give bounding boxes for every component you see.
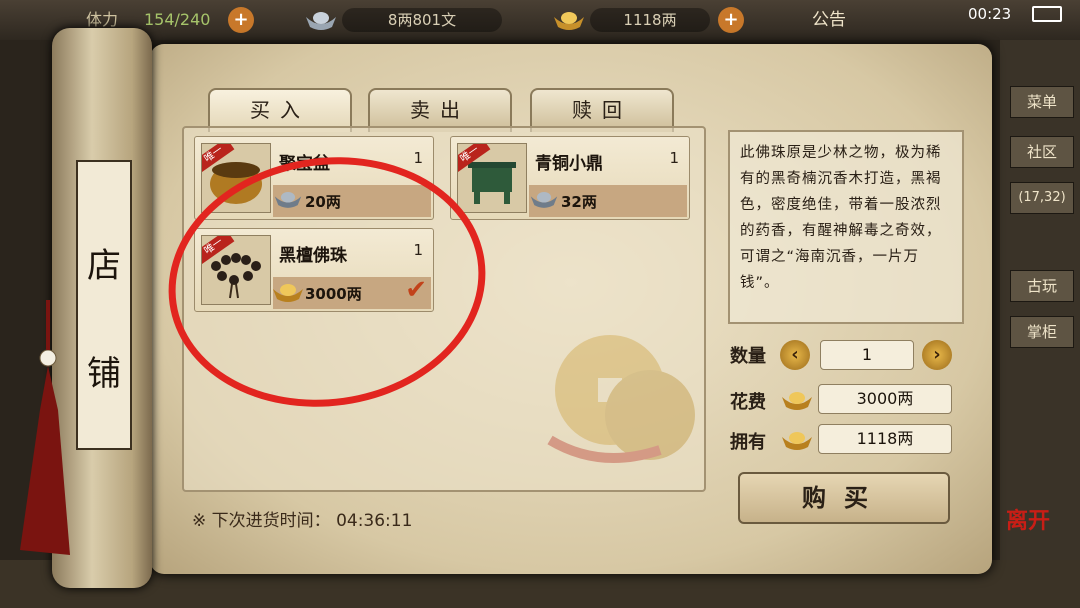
coordinates: (17,32) [1010,182,1074,214]
add-stamina-button[interactable]: + [228,7,254,33]
silver-ingot-icon [530,191,558,208]
leave-button[interactable]: 离开 [1000,508,1056,562]
coin-decoration-icon [547,335,695,463]
title-char-1: 店 [87,246,121,286]
side-button-shopkeeper[interactable]: 掌柜 [1010,316,1074,348]
add-gold-button[interactable]: + [718,7,744,33]
increase-quantity-button[interactable]: › [922,340,952,370]
stamina-value: 154/240 [144,10,211,29]
silver-balance: 8两801文 [342,8,502,32]
clock: 00:23 [968,5,1012,23]
owned-label: 拥有 [730,432,766,453]
quantity-label: 数量 [730,346,766,367]
cost-label: 花费 [730,392,766,413]
restock-time: 04:36:11 [336,511,413,531]
restock-timer: ※ 下次进货时间： 04:36:11 [192,506,412,531]
side-button-antiques[interactable]: 古玩 [1010,270,1074,302]
title-char-2: 铺 [87,354,121,394]
item-name: 青铜小鼎 [535,154,603,174]
gold-balance: 1118两 [590,8,710,32]
top-status-bar: 体力 154/240 + 8两801文 1118两 + 公告 00:23 [0,0,1080,40]
item-qty: 1 [669,149,679,167]
battery-icon [1032,6,1062,22]
owned-value: 1118两 [818,424,952,454]
tassel-icon [20,300,70,555]
item-price: 32两 [561,193,597,211]
restock-label: ※ 下次进货时间： [192,511,331,531]
silver-ingot-icon [306,12,336,30]
side-button-menu[interactable]: 菜单 [1010,86,1074,118]
side-button-community[interactable]: 社区 [1010,136,1074,168]
item-image: 唯一 [457,143,527,213]
gold-ingot-icon [554,12,584,30]
item-description: 此佛珠原是少林之物，极为稀有的黑奇楠沉香木打造，黑褐色，密度绝佳，带着一股浓烈的… [740,145,942,291]
item-card[interactable]: 唯一 青铜小鼎 1 32两 [450,136,690,220]
shop-title-banner: 店 铺 [76,160,132,450]
cost-value: 3000两 [818,384,952,414]
gold-ingot-icon [782,392,812,410]
gold-ingot-icon [782,432,812,450]
item-description-box: 此佛珠原是少林之物，极为稀有的黑奇楠沉香木打造，黑褐色，密度绝佳，带着一股浓烈的… [728,130,964,324]
notice-button[interactable]: 公告 [812,8,846,32]
item-qty: 1 [413,149,423,167]
quantity-field[interactable]: 1 [820,340,914,370]
decrease-quantity-button[interactable]: ‹ [780,340,810,370]
buy-button[interactable]: 购买 [738,472,950,524]
